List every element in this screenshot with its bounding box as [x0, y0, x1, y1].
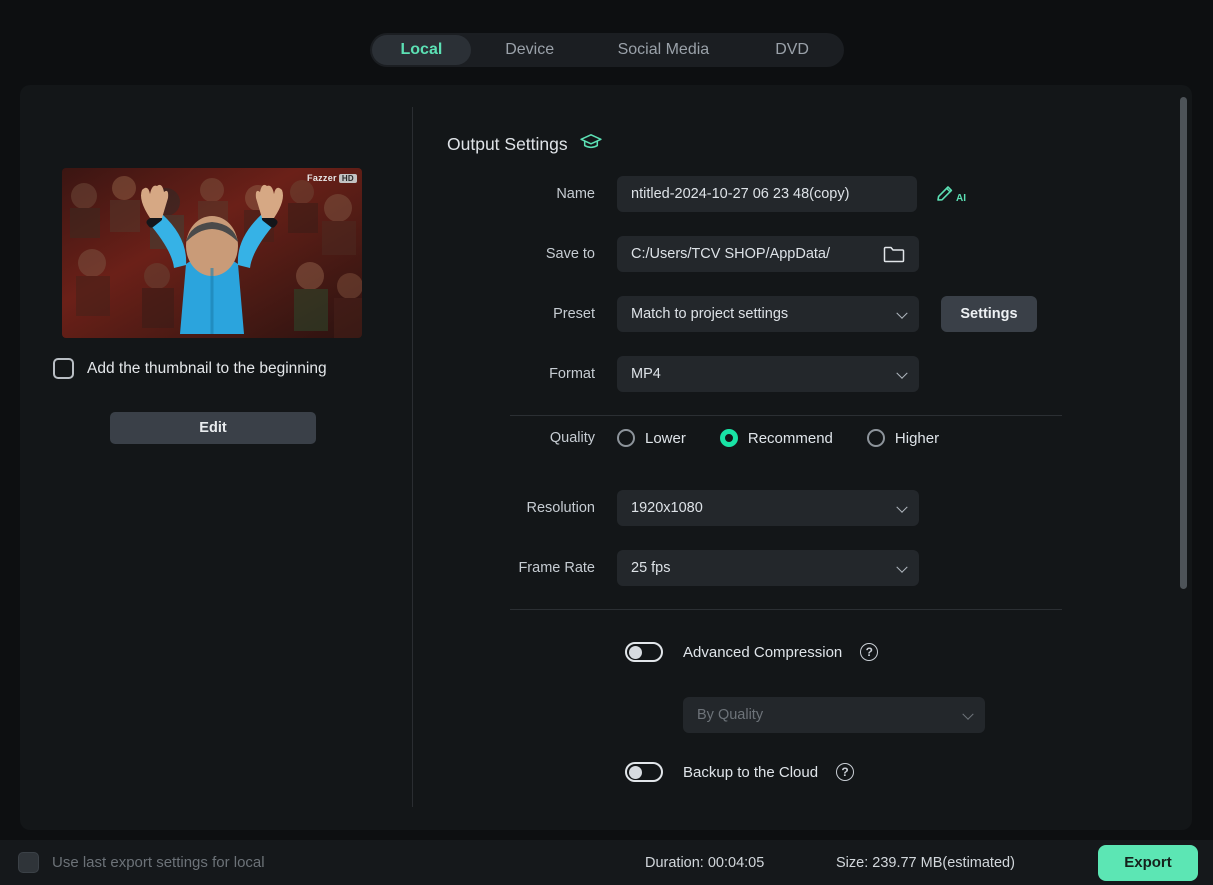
settings-scrollbar[interactable] [1180, 97, 1187, 797]
frame-rate-label: Frame Rate [518, 560, 595, 576]
format-value: MP4 [631, 366, 661, 382]
export-destination-tabs: Local Device Social Media DVD [370, 33, 844, 67]
format-dropdown[interactable]: MP4 [617, 356, 919, 392]
tab-device[interactable]: Device [475, 35, 585, 65]
name-input[interactable]: ntitled-2024-10-27 06 23 48(copy) [617, 176, 917, 212]
preset-settings-button[interactable]: Settings [941, 296, 1037, 332]
chevron-down-icon [896, 307, 908, 319]
ai-icon-label: AI [956, 193, 966, 204]
add-thumbnail-checkbox-row[interactable]: Add the thumbnail to the beginning [53, 358, 327, 379]
add-thumbnail-checkbox[interactable] [53, 358, 74, 379]
watermark: Fazzer HD [307, 173, 357, 183]
output-settings-title: Output Settings [447, 133, 602, 156]
scrollbar-thumb[interactable] [1180, 97, 1187, 589]
tab-social-media[interactable]: Social Media [589, 35, 739, 65]
video-thumbnail-preview[interactable]: Fazzer HD [62, 168, 362, 338]
resolution-value: 1920x1080 [631, 500, 703, 516]
edit-thumbnail-button[interactable]: Edit [110, 412, 316, 444]
settings-button-label: Settings [960, 306, 1018, 322]
edit-button-label: Edit [199, 420, 227, 436]
export-settings-panel: Fazzer HD Add the thumbnail to the begin… [20, 85, 1192, 830]
use-last-settings-label: Use last export settings for local [52, 854, 265, 871]
frame-rate-value: 25 fps [631, 560, 671, 576]
name-label: Name [556, 186, 595, 202]
toggle-knob [629, 765, 642, 779]
advanced-compression-toggle[interactable] [625, 642, 663, 662]
resolution-row: Resolution 1920x1080 [447, 490, 919, 526]
advanced-compression-help-icon[interactable]: ? [860, 643, 879, 661]
cloud-backup-toggle[interactable] [625, 762, 663, 782]
quality-row: Quality Lower Recommend Higher [447, 420, 973, 456]
quality-label: Quality [549, 430, 595, 446]
compression-mode-row: By Quality [683, 697, 985, 733]
preset-value: Match to project settings [631, 306, 789, 322]
duration-text: Duration: 00:04:05 [645, 854, 765, 871]
size-text: Size: 239.77 MB(estimated) [836, 854, 1015, 871]
preset-row: Preset Match to project settings Setting… [447, 296, 1037, 332]
tab-local-label: Local [400, 41, 443, 58]
export-button[interactable]: Export [1098, 844, 1198, 881]
cloud-backup-row: Backup to the Cloud ? [625, 762, 855, 782]
chevron-down-icon [962, 708, 974, 720]
tab-device-label: Device [505, 41, 555, 58]
thumbnail-image [62, 168, 362, 338]
cloud-backup-label: Backup to the Cloud [683, 763, 819, 781]
toggle-knob [629, 645, 642, 659]
preset-label: Preset [553, 306, 595, 322]
radio-lower[interactable] [617, 429, 635, 447]
frame-rate-row: Frame Rate 25 fps [447, 550, 919, 586]
compression-mode-value: By Quality [697, 707, 764, 723]
resolution-dropdown[interactable]: 1920x1080 [617, 490, 919, 526]
frame-rate-dropdown[interactable]: 25 fps [617, 550, 919, 586]
ai-rename-icon[interactable]: AI [935, 184, 966, 204]
section-separator-2 [510, 609, 1062, 610]
watermark-hd: HD [338, 173, 357, 183]
quality-option-lower[interactable]: Lower [617, 429, 686, 447]
compression-mode-dropdown[interactable]: By Quality [683, 697, 985, 733]
section-separator [510, 415, 1062, 416]
footer-bar: Use last export settings for local Durat… [0, 840, 1213, 885]
advanced-compression-row: Advanced Compression ? [625, 642, 879, 662]
export-button-label: Export [1124, 854, 1172, 871]
help-glyph: ? [841, 765, 849, 779]
save-to-label: Save to [545, 246, 595, 262]
name-input-value: ntitled-2024-10-27 06 23 48(copy) [631, 186, 850, 202]
chevron-down-icon [896, 501, 908, 513]
radio-recommend[interactable] [719, 429, 738, 447]
watermark-brand: Fazzer [307, 173, 337, 183]
format-label: Format [549, 366, 595, 382]
quality-radio-group: Lower Recommend Higher [617, 429, 973, 447]
graduation-cap-icon[interactable] [579, 133, 602, 156]
quality-option-higher[interactable]: Higher [866, 429, 940, 447]
output-settings-label: Output Settings [447, 134, 568, 154]
tab-dvd[interactable]: DVD [742, 35, 842, 65]
resolution-label: Resolution [526, 500, 595, 516]
quality-option-recommend[interactable]: Recommend [719, 429, 833, 447]
tab-social-media-label: Social Media [617, 41, 710, 58]
quality-option-higher-label: Higher [894, 429, 940, 447]
save-to-row: Save to C:/Users/TCV SHOP/AppData/ [447, 236, 919, 272]
add-thumbnail-label: Add the thumbnail to the beginning [87, 359, 327, 377]
name-row: Name ntitled-2024-10-27 06 23 48(copy) A… [447, 176, 966, 212]
tab-local[interactable]: Local [372, 35, 471, 65]
panel-divider [412, 107, 413, 807]
advanced-compression-label: Advanced Compression [683, 643, 843, 661]
preset-dropdown[interactable]: Match to project settings [617, 296, 919, 332]
use-last-settings-checkbox[interactable] [18, 852, 39, 873]
format-row: Format MP4 [447, 356, 919, 392]
radio-higher[interactable] [866, 429, 885, 447]
chevron-down-icon [896, 561, 908, 573]
quality-option-lower-label: Lower [645, 429, 686, 447]
folder-icon[interactable] [883, 245, 905, 263]
save-to-value: C:/Users/TCV SHOP/AppData/ [631, 246, 831, 262]
chevron-down-icon [896, 367, 908, 379]
help-glyph: ? [865, 645, 873, 659]
quality-option-recommend-label: Recommend [747, 429, 833, 447]
tab-dvd-label: DVD [775, 41, 809, 58]
cloud-backup-help-icon[interactable]: ? [836, 763, 855, 781]
save-to-input[interactable]: C:/Users/TCV SHOP/AppData/ [617, 236, 919, 272]
